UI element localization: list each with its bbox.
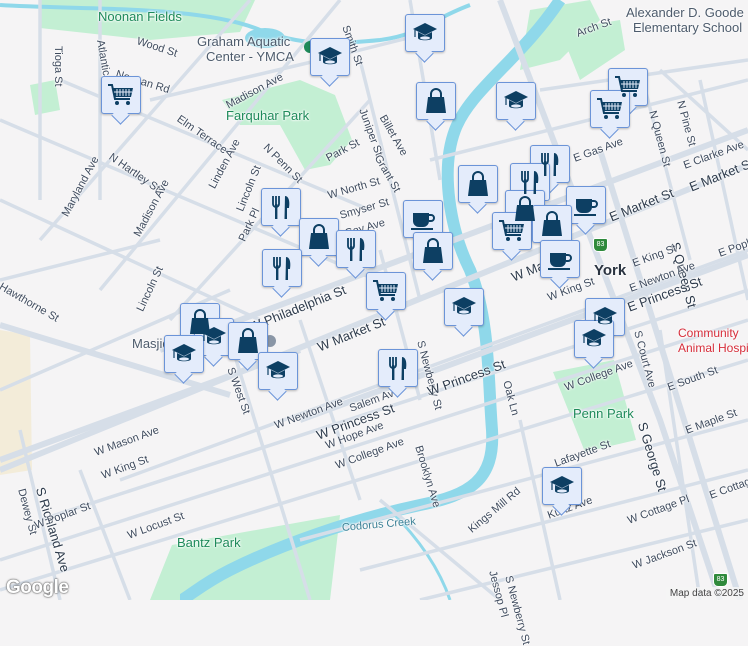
shopping-icon: [422, 87, 450, 115]
shopping-icon: [305, 223, 333, 251]
grocery-icon: [498, 217, 526, 245]
park-label: Noonan Fields: [98, 9, 182, 24]
map-marker-grocery[interactable]: [366, 272, 406, 310]
poi-label: Center - YMCA: [206, 49, 294, 64]
google-logo[interactable]: Google: [6, 577, 69, 599]
school-icon: [580, 325, 608, 353]
poi-label: Alexander D. Goode: [626, 5, 744, 20]
grocery-icon: [107, 81, 135, 109]
map-marker-school[interactable]: [258, 352, 298, 390]
map-marker-shopping[interactable]: [458, 165, 498, 203]
park-label: Bantz Park: [177, 535, 241, 550]
restaurant-icon: [268, 254, 296, 282]
map-marker-school[interactable]: [496, 82, 536, 120]
shopping-icon: [538, 210, 566, 238]
map-marker-restaurant[interactable]: [261, 188, 301, 226]
map-marker-shopping[interactable]: [413, 232, 453, 270]
city-label: York: [594, 262, 627, 279]
cafe-icon: [409, 205, 437, 233]
grocery-icon: [372, 277, 400, 305]
school-icon: [548, 472, 576, 500]
map-marker-school[interactable]: [542, 467, 582, 505]
shopping-icon: [419, 237, 447, 265]
shopping-icon: [234, 327, 262, 355]
map-marker-restaurant[interactable]: [262, 249, 302, 287]
school-icon: [450, 293, 478, 321]
cafe-icon: [572, 191, 600, 219]
map-marker-shopping[interactable]: [416, 82, 456, 120]
restaurant-icon: [342, 235, 370, 263]
street-label: Tioga St: [52, 46, 64, 87]
map-marker-restaurant[interactable]: [336, 230, 376, 268]
poi-label: Community: [678, 326, 739, 340]
poi-label: Graham Aquatic: [197, 34, 291, 49]
school-icon: [316, 43, 344, 71]
shopping-icon: [464, 170, 492, 198]
interstate-shield-icon: 83: [593, 238, 608, 252]
map-marker-restaurant[interactable]: [378, 349, 418, 387]
interstate-shield-icon: 83: [713, 573, 728, 587]
restaurant-icon: [267, 193, 295, 221]
park-label: Farquhar Park: [226, 108, 310, 123]
map-marker-school[interactable]: [164, 335, 204, 373]
map-attribution[interactable]: Map data ©2025: [665, 587, 748, 600]
restaurant-icon: [384, 354, 412, 382]
restaurant-icon: [516, 168, 544, 196]
poi-label: Animal Hospital: [678, 341, 748, 355]
poi-label: Elementary School: [633, 20, 743, 35]
map-marker-cafe[interactable]: [566, 186, 606, 224]
school-icon: [502, 87, 530, 115]
grocery-icon: [596, 95, 624, 123]
map-marker-shopping[interactable]: [532, 205, 572, 243]
map-marker-cafe[interactable]: [540, 240, 580, 278]
school-icon: [411, 19, 439, 47]
park-label: Penn Park: [573, 406, 634, 421]
school-icon: [264, 357, 292, 385]
map-marker-grocery[interactable]: [101, 76, 141, 114]
school-icon: [200, 323, 228, 351]
map-marker-school[interactable]: [405, 14, 445, 52]
cafe-icon: [546, 245, 574, 273]
map-marker-school[interactable]: [310, 38, 350, 76]
map-marker-school[interactable]: [444, 288, 484, 326]
map-marker-shopping[interactable]: [299, 218, 339, 256]
school-icon: [170, 340, 198, 368]
